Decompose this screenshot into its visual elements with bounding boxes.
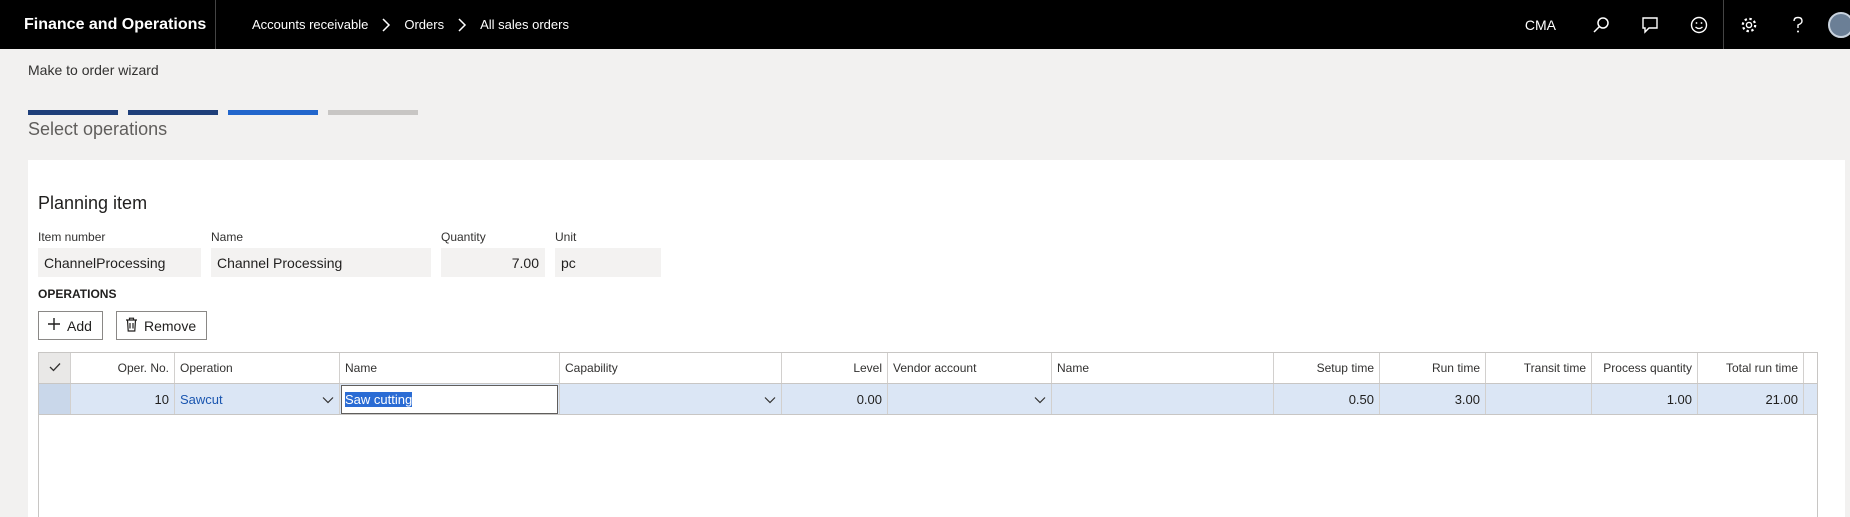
name-field: Name Channel Processing [211, 230, 431, 277]
wizard-step-1 [28, 110, 118, 115]
col-header-oper-no[interactable]: Oper. No. [71, 353, 175, 383]
chevron-right-icon [457, 17, 467, 32]
chevron-down-icon[interactable] [1034, 392, 1046, 407]
app-title[interactable]: Finance and Operations [0, 0, 216, 49]
cell-transit-time[interactable] [1486, 384, 1592, 414]
item-number-value[interactable]: ChannelProcessing [38, 248, 201, 277]
item-number-label: Item number [38, 230, 106, 244]
grid-header-row: Oper. No. Operation Name Capability Leve… [39, 353, 1817, 384]
wizard-step-4 [328, 110, 418, 115]
cell-vendor-account[interactable] [888, 384, 1052, 414]
add-button-label: Add [67, 317, 92, 334]
wizard-step-2 [128, 110, 218, 115]
remove-button-label: Remove [144, 317, 197, 334]
cell-run-time[interactable]: 3.00 [1380, 384, 1486, 414]
checkmark-icon [49, 361, 61, 375]
col-header-setup-time[interactable]: Setup time [1274, 353, 1380, 383]
cell-level[interactable]: 0.00 [782, 384, 888, 414]
cell-vendor-name[interactable] [1052, 384, 1274, 414]
col-header-capability[interactable]: Capability [560, 353, 782, 383]
col-header-process-quantity[interactable]: Process quantity [1592, 353, 1698, 383]
chevron-right-icon [381, 17, 391, 32]
help-icon[interactable] [1773, 0, 1822, 49]
operations-section-label: OPERATIONS [38, 287, 117, 301]
col-header-name[interactable]: Name [340, 353, 560, 383]
add-button[interactable]: Add [38, 311, 103, 340]
content-panel: Planning item Item number ChannelProcess… [28, 160, 1845, 517]
section-title-planning-item: Planning item [38, 193, 148, 213]
operations-grid: Oper. No. Operation Name Capability Leve… [38, 352, 1818, 517]
wizard-title: Make to order wizard [28, 62, 159, 78]
breadcrumb-accounts-receivable[interactable]: Accounts receivable [252, 17, 368, 32]
cell-oper-no[interactable]: 10 [71, 384, 175, 414]
quantity-value[interactable]: 7.00 [441, 248, 545, 277]
cell-total-run-time[interactable]: 21.00 [1698, 384, 1804, 414]
name-value[interactable]: Channel Processing [211, 248, 431, 277]
search-icon[interactable] [1576, 0, 1625, 49]
smiley-icon[interactable] [1674, 0, 1723, 49]
step-title: Select operations [28, 119, 168, 139]
name-input-selected-text: Saw cutting [345, 391, 413, 407]
gear-icon[interactable] [1724, 0, 1773, 49]
breadcrumb-orders[interactable]: Orders [404, 17, 444, 32]
name-input[interactable]: Saw cutting [341, 384, 558, 414]
cell-capability[interactable] [560, 384, 782, 414]
cell-process-quantity[interactable]: 1.00 [1592, 384, 1698, 414]
chevron-down-icon[interactable] [764, 392, 776, 407]
breadcrumb: Accounts receivable Orders All sales ord… [252, 17, 569, 32]
unit-value[interactable]: pc [555, 248, 661, 277]
table-row[interactable]: 10 Sawcut Saw cutting 0.00 0.50 3.00 1.0… [39, 384, 1817, 415]
col-header-vendor-name[interactable]: Name [1052, 353, 1274, 383]
cell-operation[interactable]: Sawcut [175, 384, 340, 414]
name-label: Name [211, 230, 244, 244]
avatar[interactable] [1828, 11, 1850, 38]
col-header-operation[interactable]: Operation [175, 353, 340, 383]
chat-icon[interactable] [1625, 0, 1674, 49]
top-nav-bar: Finance and Operations Accounts receivab… [0, 0, 1850, 49]
trash-icon [125, 317, 138, 335]
cell-name[interactable]: Saw cutting [340, 384, 560, 414]
chevron-down-icon[interactable] [322, 392, 334, 407]
unit-field: Unit pc [555, 230, 661, 277]
quantity-label: Quantity [441, 230, 486, 244]
plus-icon [47, 317, 61, 334]
item-number-field: Item number ChannelProcessing [38, 230, 201, 277]
unit-label: Unit [555, 230, 577, 244]
wizard-progress [28, 110, 418, 115]
col-header-transit-time[interactable]: Transit time [1486, 353, 1592, 383]
col-header-vendor-account[interactable]: Vendor account [888, 353, 1052, 383]
row-select-cell[interactable] [39, 384, 71, 414]
col-header-run-time[interactable]: Run time [1380, 353, 1486, 383]
topbar-actions: CMA [1525, 0, 1850, 49]
wizard-step-3 [228, 110, 318, 115]
col-header-total-run-time[interactable]: Total run time [1698, 353, 1804, 383]
company-picker[interactable]: CMA [1525, 17, 1556, 33]
cell-setup-time[interactable]: 0.50 [1274, 384, 1380, 414]
remove-button[interactable]: Remove [116, 311, 208, 340]
quantity-field: Quantity 7.00 [441, 230, 545, 277]
col-header-level[interactable]: Level [782, 353, 888, 383]
select-all-checkbox[interactable] [39, 353, 71, 383]
breadcrumb-all-sales-orders[interactable]: All sales orders [480, 17, 569, 32]
operation-link[interactable]: Sawcut [180, 392, 223, 407]
